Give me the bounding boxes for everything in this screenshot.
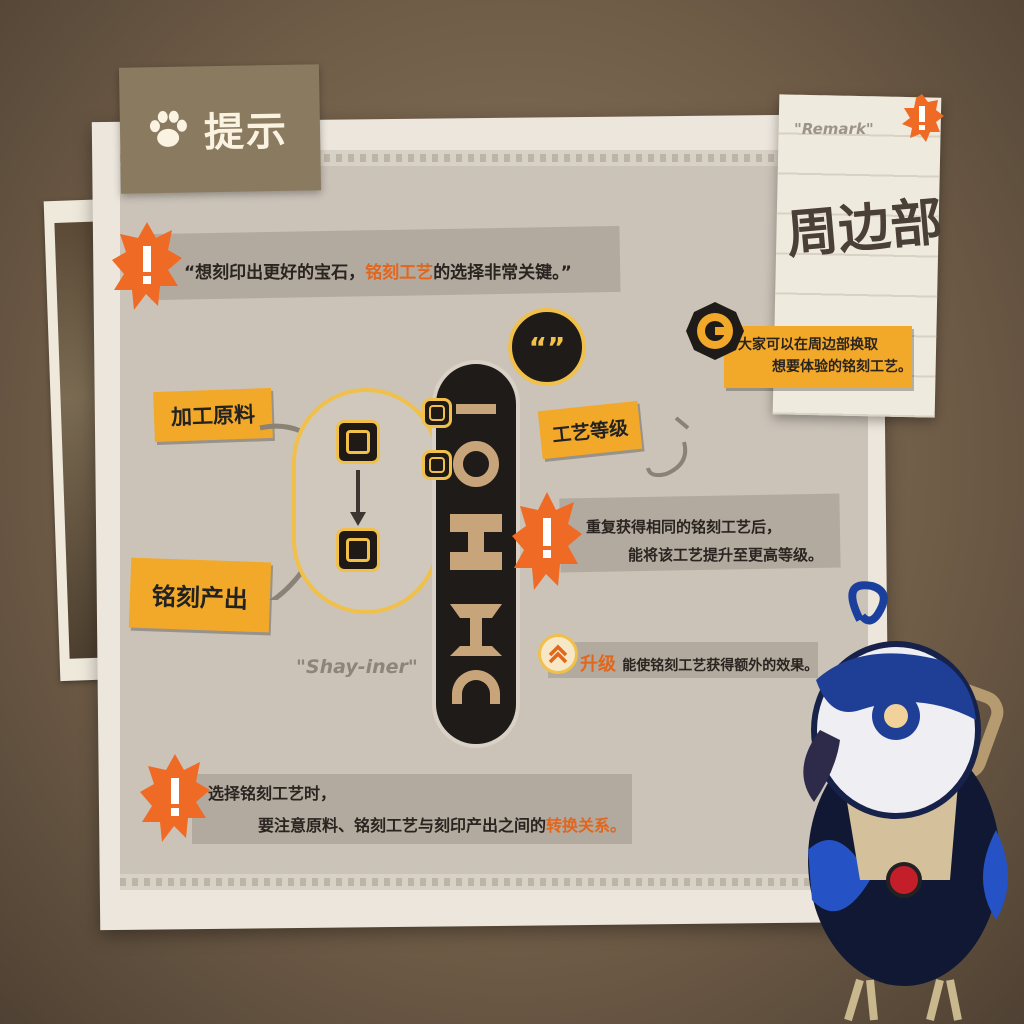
upgrade-text: 升级 能使铭刻工艺获得额外的效果。 bbox=[580, 650, 818, 676]
upgrade-highlight: 升级 bbox=[580, 654, 616, 675]
tip-top-text: “想刻印出更好的宝石，铭刻工艺的选择非常关键。” bbox=[184, 258, 572, 283]
tip-top-highlight: 铭刻工艺 bbox=[365, 263, 434, 283]
material-chip[interactable] bbox=[336, 420, 380, 464]
gear-coin-icon bbox=[686, 302, 744, 360]
title-tag: 提示 bbox=[118, 64, 322, 194]
swirl-decoration bbox=[646, 416, 690, 478]
tip-top-prefix: “想刻印出更好的宝石， bbox=[184, 263, 366, 283]
remark-title: 周边部 bbox=[784, 192, 945, 266]
down-arrow bbox=[350, 470, 366, 526]
level-tip-line1: 重复获得相同的铭刻工艺后， bbox=[586, 518, 782, 536]
tip-top-suffix: 的选择非常关键。” bbox=[433, 263, 572, 283]
exclamation-icon bbox=[140, 754, 210, 842]
exclamation-icon bbox=[112, 222, 182, 310]
output-label: 铭刻产出 bbox=[128, 557, 272, 633]
tip-bottom-prefix: 要注意原料、铭刻工艺与刻印产出之间的 bbox=[258, 816, 547, 835]
remark-label: "Remark" bbox=[794, 120, 874, 138]
exchange-note-line1: 大家可以在周边部换取 bbox=[738, 337, 878, 353]
tip-bottom-highlight: 转换关系。 bbox=[546, 816, 627, 835]
material-label: 加工原料 bbox=[153, 387, 273, 443]
speech-bubble-icon: “” bbox=[508, 308, 586, 386]
page-title: 提示 bbox=[203, 108, 289, 157]
exclamation-icon bbox=[902, 94, 944, 142]
craft-chip-2[interactable] bbox=[422, 450, 452, 480]
level-tip-line2: 能将该工艺提升至更高等级。 bbox=[628, 546, 824, 564]
mascot-bird bbox=[803, 581, 1008, 1022]
shay-label: "Shay-iner" bbox=[296, 656, 418, 678]
craft-chip-1[interactable] bbox=[422, 398, 452, 428]
upgrade-description: 能使铭刻工艺获得额外的效果。 bbox=[622, 658, 819, 674]
output-chip[interactable] bbox=[336, 528, 380, 572]
tip-bottom-line2: 要注意原料、铭刻工艺与刻印产出之间的转换关系。 bbox=[258, 812, 626, 836]
exchange-note: 大家可以在周边部换取 想要体验的铭刻工艺。 bbox=[724, 326, 912, 388]
upgrade-chevron-icon bbox=[538, 634, 578, 674]
tip-bottom-line1: 选择铭刻工艺时， bbox=[208, 784, 337, 803]
paw-icon bbox=[149, 110, 187, 147]
exchange-note-line2: 想要体验的铭刻工艺。 bbox=[772, 359, 912, 375]
exclamation-icon bbox=[512, 492, 582, 590]
